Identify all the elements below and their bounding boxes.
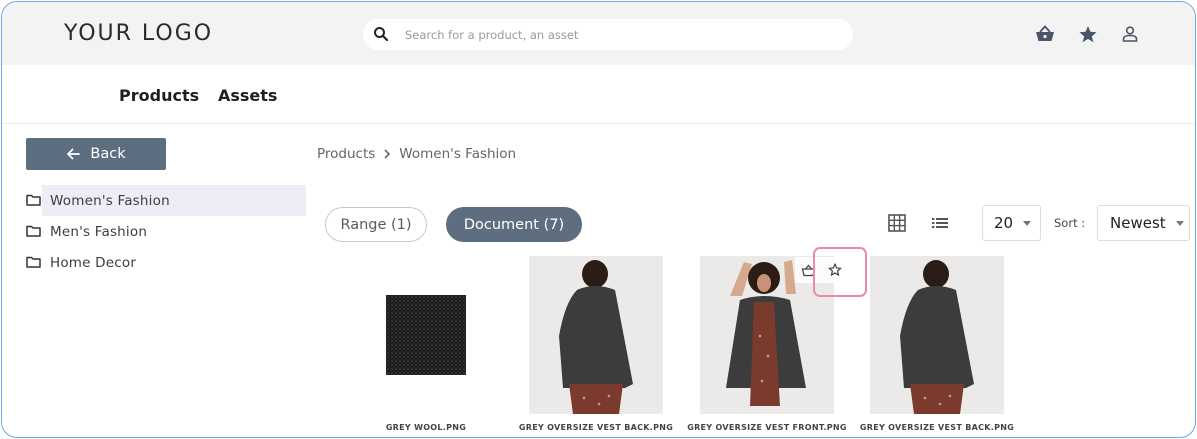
chevron-down-icon [1175,220,1184,226]
search-bar[interactable] [363,19,853,50]
per-page-select[interactable]: 20 [982,205,1041,241]
nav-divider [2,123,1195,124]
product-caption: GREY OVERSIZE VEST BACK.PNG [518,423,674,432]
breadcrumb-current: Women's Fashion [399,146,517,162]
folder-icon [26,194,41,206]
app-frame: YOUR LOGO Prod [1,1,1196,438]
favorite-star-icon[interactable] [827,262,843,278]
sidebar-item-home-decor[interactable]: Home Decor [2,247,306,278]
breadcrumb: Products Women's Fashion [317,146,516,162]
sort-value: Newest [1110,214,1166,232]
product-caption: GREY WOOL.PNG [385,423,467,432]
star-icon[interactable] [1077,24,1099,44]
card-hover-actions [795,257,848,283]
product-image-vest-back[interactable] [529,256,663,414]
nav-assets[interactable]: Assets [218,86,277,105]
arrow-left-icon [67,148,81,160]
chevron-right-icon [384,149,391,159]
product-caption: GREY OVERSIZE VEST BACK.PNG [859,423,1015,432]
top-bar: YOUR LOGO [2,2,1195,65]
back-button[interactable]: Back [26,138,166,170]
user-icon[interactable] [1119,24,1141,44]
sidebar-item-label: Home Decor [50,254,137,271]
folder-icon [26,256,41,268]
product-image-vest-back[interactable] [870,256,1004,414]
chevron-down-icon [1023,220,1032,226]
sidebar-item-label: Men's Fashion [50,223,148,240]
sort-label: Sort : [1054,216,1086,230]
breadcrumb-root[interactable]: Products [317,146,375,162]
add-to-basket-icon[interactable] [800,262,816,278]
folder-icon [26,225,41,237]
grid-view-icon[interactable] [887,213,907,233]
logo[interactable]: YOUR LOGO [64,21,213,46]
sidebar-item-womens-fashion[interactable]: Women's Fashion [26,185,306,216]
per-page-value: 20 [994,214,1014,232]
product-caption: GREY OVERSIZE VEST FRONT.PNG [687,423,847,432]
search-icon [374,27,389,42]
search-input[interactable] [405,24,835,45]
sidebar-item-mens-fashion[interactable]: Men's Fashion [2,216,306,247]
basket-icon[interactable] [1034,24,1056,44]
back-button-label: Back [90,146,126,162]
filter-range-chip[interactable]: Range (1) [325,207,427,242]
filter-document-chip[interactable]: Document (7) [446,207,582,242]
nav-products[interactable]: Products [119,86,199,105]
product-image-grey-wool[interactable] [359,256,493,414]
sort-select[interactable]: Newest [1097,205,1190,241]
list-view-icon[interactable] [930,213,950,233]
sidebar-item-label: Women's Fashion [50,192,170,209]
